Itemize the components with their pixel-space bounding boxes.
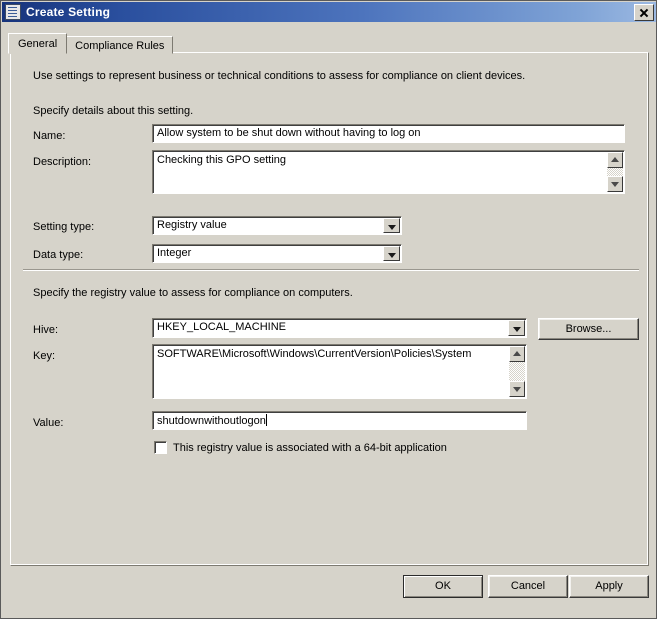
chevron-down-icon[interactable] bbox=[508, 320, 525, 336]
hive-select[interactable]: HKEY_LOCAL_MACHINE bbox=[152, 318, 527, 338]
tab-compliance-rules-label: Compliance Rules bbox=[75, 40, 165, 52]
key-input[interactable]: SOFTWARE\Microsoft\Windows\CurrentVersio… bbox=[152, 344, 527, 399]
text-caret bbox=[265, 414, 267, 426]
title-bar: Create Setting bbox=[2, 2, 656, 22]
details-heading: Specify details about this setting. bbox=[33, 105, 194, 117]
setting-type-value: Registry value bbox=[157, 219, 227, 231]
hive-label: Hive: bbox=[33, 324, 59, 336]
data-type-label: Data type: bbox=[33, 249, 84, 261]
key-label: Key: bbox=[33, 350, 56, 362]
tab-strip: General Compliance Rules bbox=[8, 33, 174, 54]
scroll-down-icon[interactable] bbox=[607, 176, 623, 192]
name-label: Name: bbox=[33, 130, 66, 142]
description-input-value: Checking this GPO setting bbox=[157, 154, 287, 166]
tab-general-label: General bbox=[18, 38, 58, 50]
description-scrollbar[interactable] bbox=[607, 152, 623, 192]
cancel-button[interactable]: Cancel bbox=[488, 575, 568, 598]
value-input-value: shutdownwithoutlogon bbox=[157, 415, 266, 427]
hive-value: HKEY_LOCAL_MACHINE bbox=[157, 321, 286, 333]
settings-document-icon bbox=[5, 4, 21, 20]
ok-button[interactable]: OK bbox=[403, 575, 483, 598]
browse-button[interactable]: Browse... bbox=[538, 318, 639, 340]
data-type-value: Integer bbox=[157, 247, 192, 259]
sixtyfour-bit-checkbox-row[interactable]: This registry value is associated with a… bbox=[154, 441, 447, 454]
apply-button[interactable]: Apply bbox=[569, 575, 649, 598]
scroll-up-icon[interactable] bbox=[607, 152, 623, 168]
name-input-value: Allow system to be shut down without hav… bbox=[157, 127, 421, 139]
name-input[interactable]: Allow system to be shut down without hav… bbox=[152, 124, 625, 143]
scroll-up-icon[interactable] bbox=[509, 346, 525, 362]
close-icon[interactable] bbox=[634, 3, 654, 21]
value-input[interactable]: shutdownwithoutlogon bbox=[152, 411, 527, 430]
tab-compliance-rules[interactable]: Compliance Rules bbox=[66, 36, 174, 54]
window-title: Create Setting bbox=[26, 5, 111, 19]
setting-type-label: Setting type: bbox=[33, 221, 95, 233]
value-label: Value: bbox=[33, 417, 64, 429]
data-type-select[interactable]: Integer bbox=[152, 244, 402, 263]
registry-heading: Specify the registry value to assess for… bbox=[33, 287, 353, 299]
general-tab-panel: Use settings to represent business or te… bbox=[10, 52, 649, 566]
key-input-value: SOFTWARE\Microsoft\Windows\CurrentVersio… bbox=[157, 348, 472, 360]
setting-type-select[interactable]: Registry value bbox=[152, 216, 402, 235]
key-scrollbar[interactable] bbox=[509, 346, 525, 397]
scroll-down-icon[interactable] bbox=[509, 381, 525, 397]
sixtyfour-bit-label: This registry value is associated with a… bbox=[173, 441, 447, 454]
tab-general[interactable]: General bbox=[8, 33, 68, 54]
chevron-down-icon[interactable] bbox=[383, 246, 400, 261]
description-input[interactable]: Checking this GPO setting bbox=[152, 150, 625, 194]
create-setting-dialog: Create Setting General Compliance Rules … bbox=[0, 0, 657, 619]
section-divider bbox=[23, 269, 639, 271]
intro-text: Use settings to represent business or te… bbox=[33, 70, 526, 82]
chevron-down-icon[interactable] bbox=[383, 218, 400, 233]
description-label: Description: bbox=[33, 156, 92, 168]
sixtyfour-bit-checkbox[interactable] bbox=[154, 441, 167, 454]
